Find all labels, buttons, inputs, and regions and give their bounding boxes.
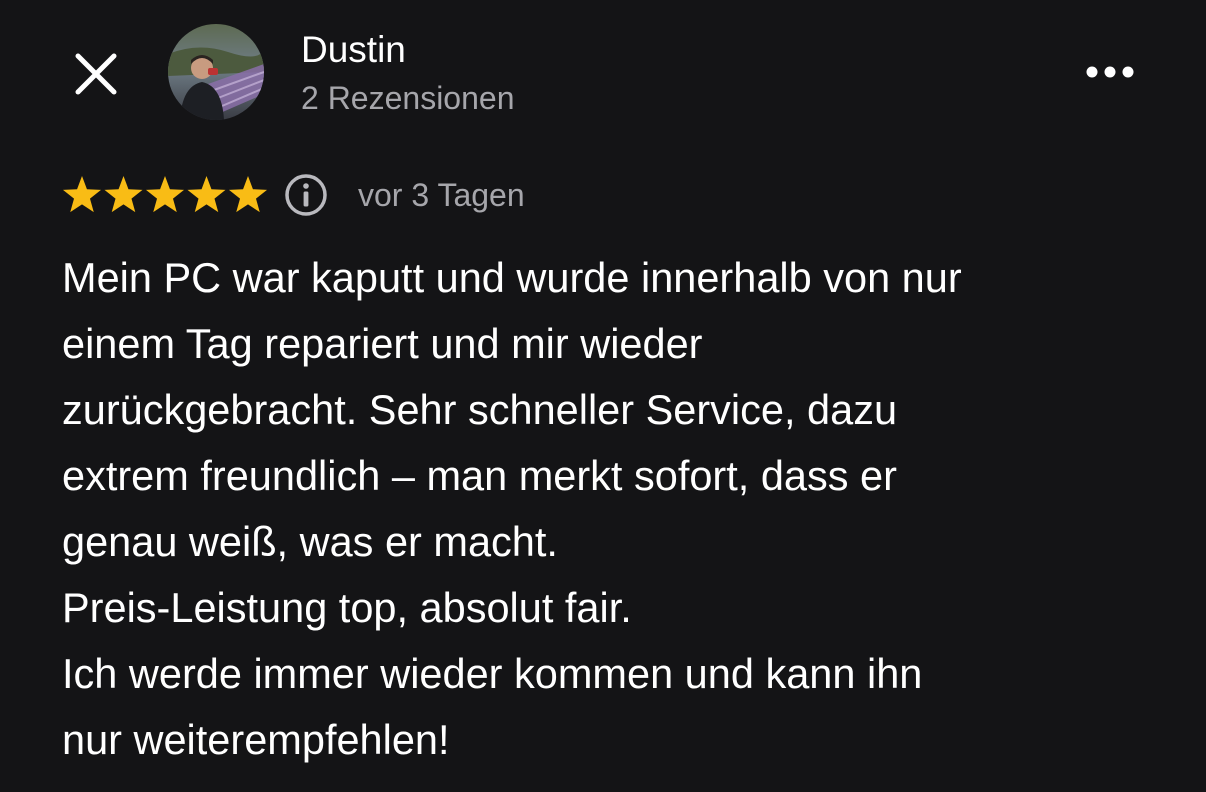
rating-row: vor 3 Tagen <box>62 172 622 218</box>
close-icon <box>75 53 117 95</box>
review-count: 2 Rezensionen <box>301 80 515 116</box>
review-text-line: extrem freundlich – man merkt sofort, da… <box>62 452 897 499</box>
star-icon <box>104 176 143 213</box>
review-text-line: zurückgebracht. Sehr schneller Service, … <box>62 386 898 433</box>
info-button[interactable] <box>283 172 329 218</box>
review-text-line: Mein PC war kaputt und wurde innerhalb v… <box>62 254 962 301</box>
user-name[interactable]: Dustin <box>301 28 406 72</box>
review-text-line: Preis-Leistung top, absolut fair. <box>62 584 632 631</box>
avatar-photo <box>168 24 264 120</box>
star-icon <box>145 176 185 213</box>
review-text-line: genau weiß, was er macht. <box>62 518 558 565</box>
review-text-line: einem Tag repariert und mir wieder <box>62 320 703 367</box>
review-text: Mein PC war kaputt und wurde innerhalb v… <box>62 245 1152 773</box>
avatar[interactable] <box>168 24 264 120</box>
star-icon <box>187 176 226 213</box>
review-date: vor 3 Tagen <box>358 177 525 213</box>
star-icon <box>228 176 268 213</box>
star-rating <box>62 176 270 216</box>
info-icon <box>285 174 327 216</box>
more-options-button[interactable] <box>1080 56 1140 88</box>
star-icon <box>62 176 102 213</box>
review-text-line: Ich werde immer wieder kommen und kann i… <box>62 650 923 697</box>
more-horizontal-icon <box>1086 66 1134 78</box>
review-text-line: nur weiterempfehlen! <box>62 716 450 763</box>
close-button[interactable] <box>70 48 122 100</box>
